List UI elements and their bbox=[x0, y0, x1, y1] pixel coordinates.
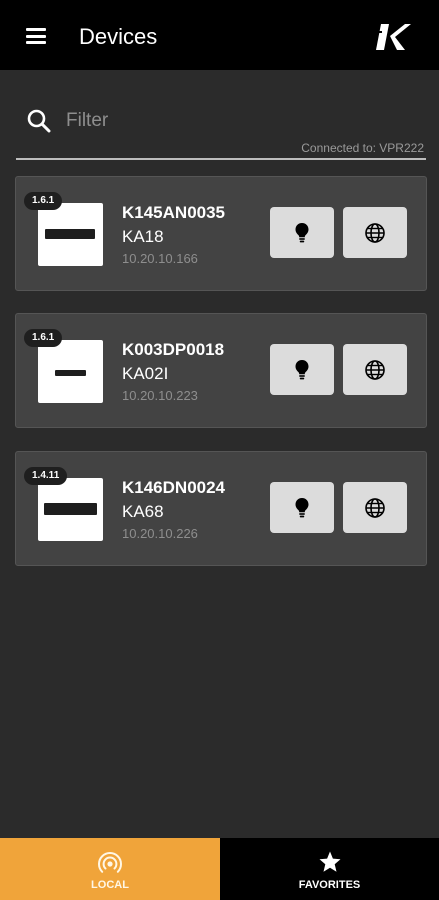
globe-icon bbox=[365, 222, 385, 243]
identify-button[interactable] bbox=[270, 344, 334, 395]
device-card[interactable]: 1.6.1 K145AN0035 KA18 10.20.10.166 bbox=[15, 176, 427, 291]
device-thumbnail bbox=[38, 203, 103, 266]
lightbulb-icon bbox=[295, 497, 309, 517]
globe-icon bbox=[365, 497, 385, 518]
identify-button[interactable] bbox=[270, 207, 334, 258]
device-card[interactable]: 1.6.1 K003DP0018 KA02I 10.20.10.223 bbox=[15, 313, 427, 428]
tab-local[interactable]: LOCAL bbox=[0, 838, 220, 900]
globe-icon bbox=[365, 359, 385, 380]
search-icon bbox=[27, 109, 51, 133]
web-interface-button[interactable] bbox=[343, 482, 407, 533]
star-icon bbox=[319, 851, 340, 872]
device-card[interactable]: 1.4.11 K146DN0024 KA68 10.20.10.226 bbox=[15, 451, 427, 566]
device-serial: K145AN0035 bbox=[122, 203, 226, 222]
brand-logo-icon bbox=[375, 24, 411, 50]
web-interface-button[interactable] bbox=[343, 207, 407, 258]
device-thumbnail bbox=[38, 340, 103, 403]
page-title: Devices bbox=[79, 24, 158, 49]
device-ip: 10.20.10.166 bbox=[122, 251, 198, 266]
device-model: KA18 bbox=[122, 227, 164, 246]
device-ip: 10.20.10.226 bbox=[122, 526, 198, 541]
filter-input[interactable] bbox=[66, 106, 406, 136]
lightbulb-icon bbox=[295, 359, 309, 379]
filter-underline bbox=[16, 158, 426, 160]
identify-button[interactable] bbox=[270, 482, 334, 533]
tab-local-label: LOCAL bbox=[91, 879, 129, 891]
lightbulb-icon bbox=[295, 222, 309, 242]
bottom-navigation: LOCAL FAVORITES bbox=[0, 838, 439, 900]
device-serial: K146DN0024 bbox=[122, 478, 226, 497]
connection-status: Connected to: VPR222 bbox=[301, 141, 424, 155]
tab-favorites-label: FAVORITES bbox=[298, 879, 361, 891]
device-serial: K003DP0018 bbox=[122, 340, 225, 359]
device-thumbnail bbox=[38, 478, 103, 541]
web-interface-button[interactable] bbox=[343, 344, 407, 395]
device-model: KA68 bbox=[122, 502, 164, 521]
firmware-version-badge: 1.4.11 bbox=[24, 467, 68, 485]
tab-favorites[interactable]: FAVORITES bbox=[220, 838, 439, 900]
device-ip: 10.20.10.223 bbox=[122, 388, 198, 403]
firmware-version-badge: 1.6.1 bbox=[24, 192, 63, 210]
hamburger-menu-icon[interactable] bbox=[26, 28, 46, 44]
device-model: KA02I bbox=[122, 364, 169, 383]
firmware-version-badge: 1.6.1 bbox=[24, 329, 63, 347]
wireless-signal-icon bbox=[98, 852, 122, 873]
top-app-bar: Devices bbox=[0, 0, 439, 70]
filter-bar bbox=[16, 100, 426, 142]
